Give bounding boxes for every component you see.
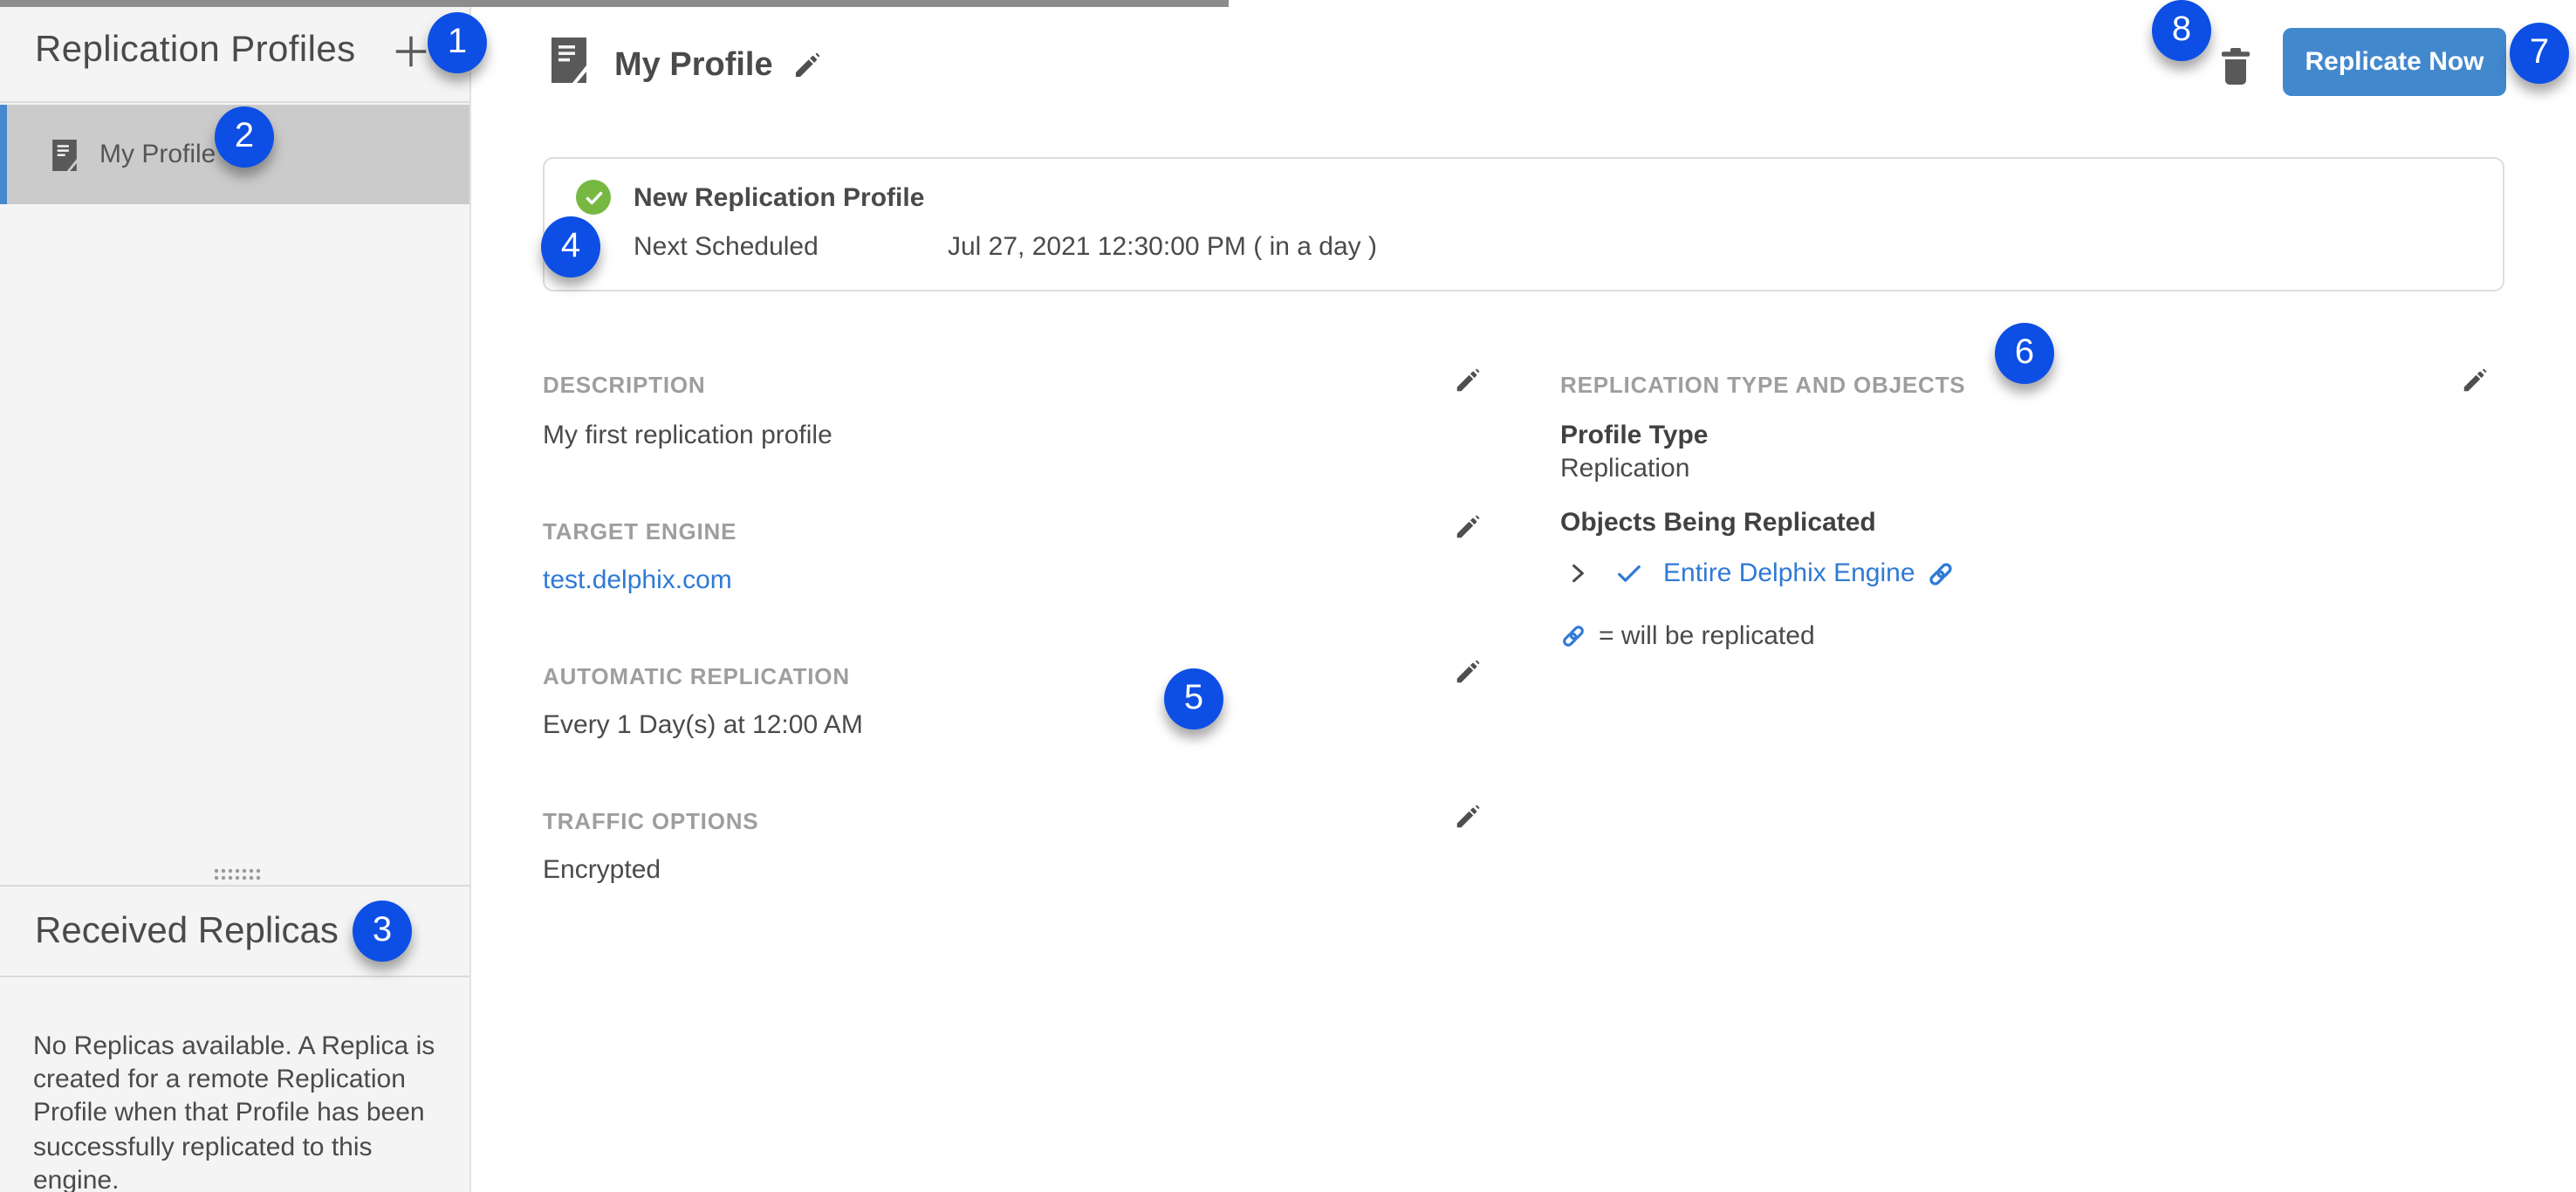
- profile-document-icon-large: [552, 37, 586, 84]
- pencil-icon: [1454, 660, 1480, 686]
- sidebar-header: Replication Profiles: [0, 0, 469, 103]
- description-label: DESCRIPTION: [543, 372, 706, 398]
- replication-legend: = will be replicated: [1560, 621, 1815, 651]
- delete-profile-button[interactable]: [2220, 47, 2251, 86]
- main-panel: My Profile Replicate Now New Replication…: [471, 0, 2576, 1192]
- selected-check-icon: [1614, 560, 1644, 586]
- annotation-badge-8: 8: [2152, 0, 2211, 61]
- status-title: New Replication Profile: [634, 183, 924, 213]
- target-engine-label: TARGET ENGINE: [543, 518, 736, 545]
- sidebar: Replication Profiles My Profile Received…: [0, 0, 471, 1192]
- expand-object-button[interactable]: [1567, 558, 1590, 588]
- trash-icon: [2220, 47, 2251, 86]
- success-check-icon: [576, 180, 611, 215]
- edit-automatic-replication-button[interactable]: [1454, 660, 1480, 686]
- pencil-icon: [792, 52, 820, 80]
- status-card: New Replication Profile Next Scheduled J…: [543, 157, 2504, 291]
- replication-type-label: REPLICATION TYPE AND OBJECTS: [1560, 372, 1965, 398]
- annotation-badge-3: 3: [353, 901, 412, 962]
- plus-icon: [392, 31, 432, 71]
- replication-profiles-page: Replication Profiles My Profile Received…: [0, 0, 2576, 1192]
- annotation-badge-2: 2: [215, 106, 274, 168]
- edit-traffic-options-button[interactable]: [1454, 805, 1480, 831]
- pencil-icon: [2461, 368, 2487, 394]
- replicated-object-row: Entire Delphix Engine: [1567, 558, 1956, 588]
- sidebar-item-label: My Profile: [99, 140, 216, 169]
- target-engine-link[interactable]: test.delphix.com: [543, 565, 732, 595]
- received-replicas-title: Received Replicas: [35, 910, 339, 952]
- annotation-badge-1: 1: [428, 12, 487, 73]
- automatic-replication-value: Every 1 Day(s) at 12:00 AM: [543, 710, 863, 740]
- annotation-badge-6: 6: [1995, 323, 2054, 384]
- automatic-replication-label: AUTOMATIC REPLICATION: [543, 663, 850, 689]
- annotation-badge-4: 4: [541, 216, 600, 277]
- profile-document-icon: [52, 139, 77, 170]
- entire-delphix-engine-link[interactable]: Entire Delphix Engine: [1663, 558, 1956, 588]
- pencil-icon: [1454, 805, 1480, 831]
- edit-description-button[interactable]: [1454, 368, 1480, 394]
- replicate-now-button[interactable]: Replicate Now: [2283, 28, 2506, 96]
- panel-resize-handle[interactable]: [213, 867, 260, 881]
- objects-being-replicated-label: Objects Being Replicated: [1560, 508, 1876, 538]
- legend-text: = will be replicated: [1599, 621, 1815, 651]
- chevron-right-icon: [1567, 558, 1590, 588]
- annotation-badge-7: 7: [2510, 23, 2569, 84]
- link-chain-icon: [1560, 623, 1586, 649]
- edit-target-engine-button[interactable]: [1454, 515, 1480, 541]
- traffic-options-label: TRAFFIC OPTIONS: [543, 808, 758, 834]
- sidebar-title: Replication Profiles: [35, 30, 356, 72]
- annotation-badge-5: 5: [1164, 668, 1223, 730]
- page-title: My Profile: [614, 47, 773, 86]
- edit-profile-name-button[interactable]: [792, 52, 820, 80]
- profile-type-label: Profile Type: [1560, 421, 1709, 450]
- pencil-icon: [1454, 368, 1480, 394]
- traffic-options-value: Encrypted: [543, 855, 661, 885]
- pencil-icon: [1454, 515, 1480, 541]
- link-chain-icon: [1928, 559, 1956, 587]
- profile-type-value: Replication: [1560, 454, 1689, 483]
- description-value: My first replication profile: [543, 421, 832, 450]
- object-link-label: Entire Delphix Engine: [1663, 558, 1915, 588]
- window-edge-strip: [0, 0, 1229, 7]
- next-scheduled-value: Jul 27, 2021 12:30:00 PM ( in a day ): [948, 232, 1377, 262]
- received-replicas-empty-text: No Replicas available. A Replica is crea…: [33, 1030, 449, 1192]
- edit-replication-type-button[interactable]: [2461, 368, 2487, 394]
- next-scheduled-label: Next Scheduled: [634, 232, 819, 262]
